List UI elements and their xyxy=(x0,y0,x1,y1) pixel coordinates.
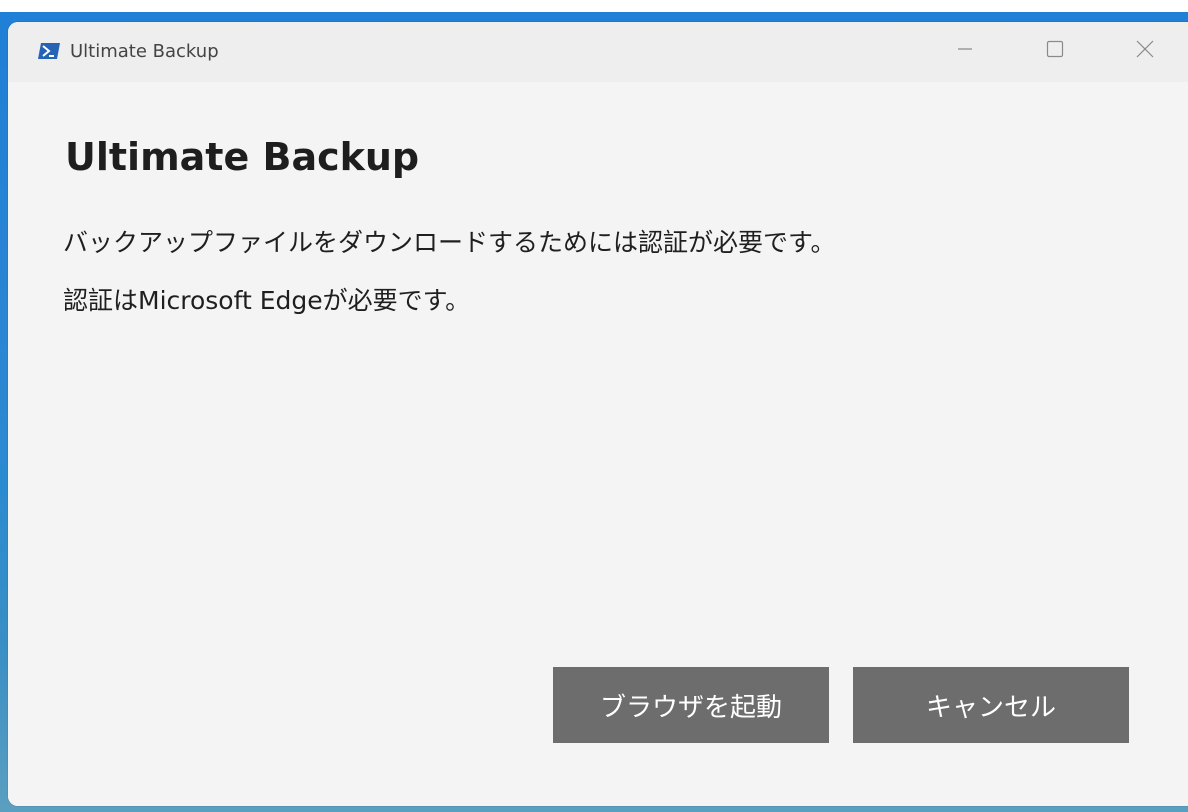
title-bar[interactable]: Ultimate Backup xyxy=(8,22,1188,82)
launch-browser-button[interactable]: ブラウザを起動 xyxy=(553,667,829,743)
close-icon xyxy=(1136,40,1154,62)
maximize-button[interactable] xyxy=(1010,22,1100,80)
message-line-1: バックアップファイルをダウンロードするためには認証が必要です。 xyxy=(63,228,836,257)
dialog-content: Ultimate Backup バックアップファイルをダウンロードするためには認… xyxy=(8,82,1188,806)
desktop-top-strip xyxy=(0,0,1188,12)
window-title: Ultimate Backup xyxy=(70,41,219,62)
maximize-icon xyxy=(1046,40,1064,62)
cancel-button[interactable]: キャンセル xyxy=(853,667,1129,743)
powershell-icon xyxy=(38,40,60,62)
minimize-button[interactable] xyxy=(920,22,1010,80)
message-line-2: 認証はMicrosoft Edgeが必要です。 xyxy=(63,286,471,315)
dialog-heading: Ultimate Backup xyxy=(65,135,420,179)
app-window: Ultimate Backup Ultimate Backup バックアップファ… xyxy=(8,22,1188,806)
minimize-icon xyxy=(957,41,973,61)
close-button[interactable] xyxy=(1100,22,1188,80)
